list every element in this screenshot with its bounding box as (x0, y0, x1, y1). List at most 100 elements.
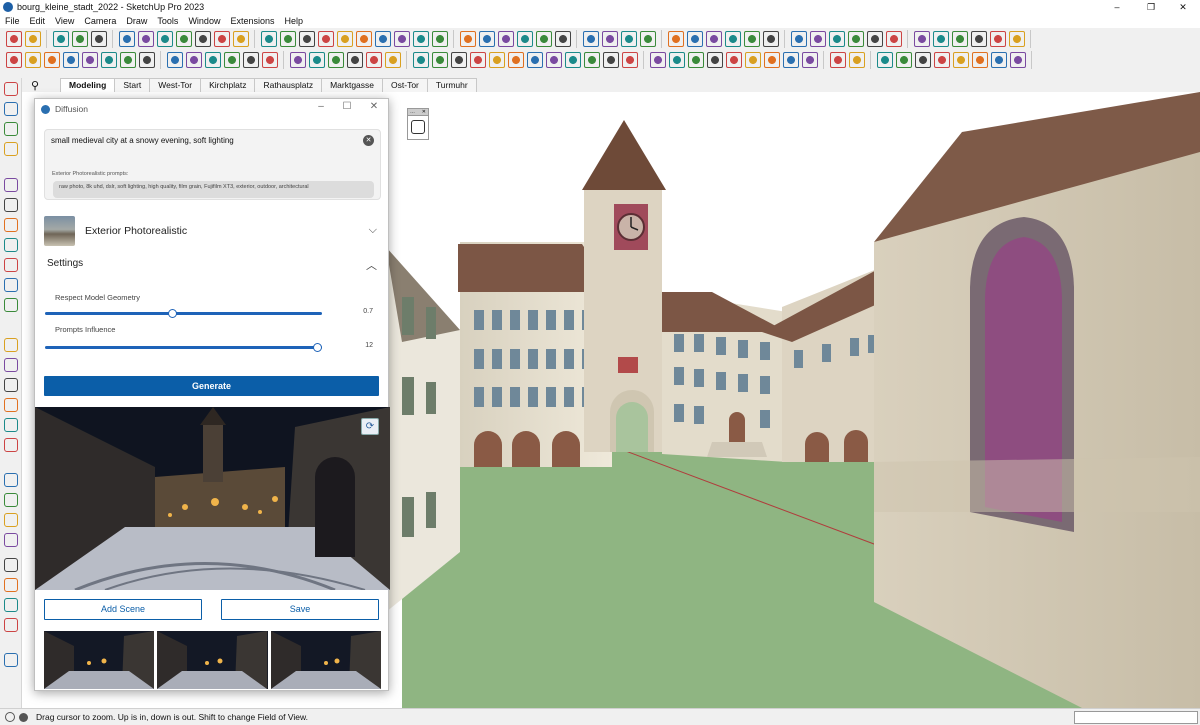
toolbar-tool-icon[interactable] (895, 52, 912, 68)
toolbar-tool-icon[interactable] (327, 52, 344, 68)
left-tool-icon[interactable] (4, 298, 18, 312)
toolbar-tool-icon[interactable] (951, 31, 968, 47)
toolbar-tool-icon[interactable] (497, 31, 514, 47)
toolbar-tool-icon[interactable] (952, 52, 969, 68)
toolbar-tool-icon[interactable] (507, 52, 524, 68)
toolbar-tool-icon[interactable] (564, 52, 581, 68)
left-tool-icon[interactable] (4, 258, 18, 272)
toolbar-tool-icon[interactable] (431, 52, 448, 68)
toolbar-tool-icon[interactable] (583, 52, 600, 68)
toolbar-tool-icon[interactable] (138, 52, 155, 68)
slider-thumb-influence[interactable] (313, 343, 322, 352)
left-tool-icon[interactable] (4, 618, 18, 632)
toolbar-tool-icon[interactable] (971, 52, 988, 68)
left-tool-icon[interactable] (4, 558, 18, 572)
prompt-input[interactable]: small medieval city at a snowy evening, … (44, 129, 381, 200)
toolbar-tool-icon[interactable] (24, 52, 41, 68)
toolbar-tool-icon[interactable] (242, 52, 259, 68)
toolbar-tool-icon[interactable] (829, 52, 846, 68)
menu-help[interactable]: Help (284, 16, 303, 26)
toolbar-tool-icon[interactable] (232, 31, 249, 47)
toolbar-tool-icon[interactable] (554, 31, 571, 47)
toolbar-tool-icon[interactable] (71, 31, 88, 47)
menu-file[interactable]: File (5, 16, 20, 26)
toolbar-tool-icon[interactable] (1009, 52, 1026, 68)
toolbar-tool-icon[interactable] (469, 52, 486, 68)
toolbar-tool-icon[interactable] (876, 52, 893, 68)
chevron-up-icon[interactable]: ︿ (366, 257, 377, 273)
toolbar-tool-icon[interactable] (308, 52, 325, 68)
toolbar-tool-icon[interactable] (213, 31, 230, 47)
left-tool-icon[interactable] (4, 398, 18, 412)
tab-modeling[interactable]: Modeling (60, 78, 116, 92)
toolbar-tool-icon[interactable] (744, 52, 761, 68)
left-tool-icon[interactable] (4, 122, 18, 136)
left-tool-icon[interactable] (4, 473, 18, 487)
left-tool-icon[interactable] (4, 513, 18, 527)
toolbar-tool-icon[interactable] (62, 52, 79, 68)
result-thumbnail[interactable] (270, 631, 381, 689)
left-tool-icon[interactable] (4, 653, 18, 667)
toolbar-tool-icon[interactable] (990, 52, 1007, 68)
floating-mini-toolbar[interactable]: … ✕ (407, 108, 429, 140)
toolbar-tool-icon[interactable] (52, 31, 69, 47)
toolbar-tool-icon[interactable] (412, 31, 429, 47)
toolbar-tool-icon[interactable] (848, 52, 865, 68)
generate-button[interactable]: Generate (44, 376, 379, 396)
toolbar-tool-icon[interactable] (346, 52, 363, 68)
settings-toggle[interactable]: Settings ︿ (47, 257, 379, 273)
toolbar-tool-icon[interactable] (516, 31, 533, 47)
left-tool-icon[interactable] (4, 533, 18, 547)
toolbar-tool-icon[interactable] (602, 52, 619, 68)
toolbar-tool-icon[interactable] (1008, 31, 1025, 47)
toolbar-tool-icon[interactable] (90, 31, 107, 47)
toolbar-tool-icon[interactable] (933, 52, 950, 68)
save-button[interactable]: Save (221, 599, 379, 620)
toolbar-tool-icon[interactable] (261, 52, 278, 68)
left-tool-icon[interactable] (4, 142, 18, 156)
menu-view[interactable]: View (55, 16, 74, 26)
toolbar-tool-icon[interactable] (100, 52, 117, 68)
menu-tools[interactable]: Tools (157, 16, 178, 26)
toolbar-tool-icon[interactable] (639, 31, 656, 47)
toolbar-tool-icon[interactable] (686, 31, 703, 47)
toolbar-tool-icon[interactable] (725, 52, 742, 68)
left-tool-icon[interactable] (4, 378, 18, 392)
toolbar-tool-icon[interactable] (365, 52, 382, 68)
toolbar-tool-icon[interactable] (384, 52, 401, 68)
toolbar-tool-icon[interactable] (526, 52, 543, 68)
toolbar-tool-icon[interactable] (582, 31, 599, 47)
left-tool-icon[interactable] (4, 278, 18, 292)
toolbar-tool-icon[interactable] (204, 52, 221, 68)
slider-thumb-geometry[interactable] (168, 309, 178, 318)
left-tool-icon[interactable] (4, 198, 18, 212)
tab-start[interactable]: Start (114, 78, 151, 92)
toolbar-tool-icon[interactable] (24, 31, 41, 47)
menu-draw[interactable]: Draw (126, 16, 147, 26)
toolbar-tool-icon[interactable] (478, 31, 495, 47)
toolbar-tool-icon[interactable] (705, 31, 722, 47)
left-tool-icon[interactable] (4, 238, 18, 252)
left-tool-icon[interactable] (4, 493, 18, 507)
toolbar-tool-icon[interactable] (223, 52, 240, 68)
clear-icon[interactable]: ✕ (363, 135, 374, 146)
toolbar-tool-icon[interactable] (847, 31, 864, 47)
tab-rathausplatz[interactable]: Rathausplatz (254, 78, 323, 92)
toolbar-tool-icon[interactable] (601, 31, 618, 47)
tab-west-tor[interactable]: West-Tor (149, 78, 202, 92)
left-tool-icon[interactable] (4, 82, 18, 96)
left-tool-icon[interactable] (4, 438, 18, 452)
tab-kirchplatz[interactable]: Kirchplatz (200, 78, 256, 92)
toolbar-tool-icon[interactable] (668, 52, 685, 68)
toolbar-tool-icon[interactable] (260, 31, 277, 47)
toolbar-tool-icon[interactable] (932, 31, 949, 47)
toolbar-tool-icon[interactable] (828, 31, 845, 47)
toolbar-tool-icon[interactable] (535, 31, 552, 47)
toolbar-tool-icon[interactable] (431, 31, 448, 47)
toolbar-tool-icon[interactable] (866, 31, 883, 47)
add-scene-button[interactable]: Add Scene (44, 599, 202, 620)
left-tool-icon[interactable] (4, 418, 18, 432)
toolbar-tool-icon[interactable] (355, 31, 372, 47)
toolbar-tool-icon[interactable] (989, 31, 1006, 47)
left-tool-icon[interactable] (4, 338, 18, 352)
